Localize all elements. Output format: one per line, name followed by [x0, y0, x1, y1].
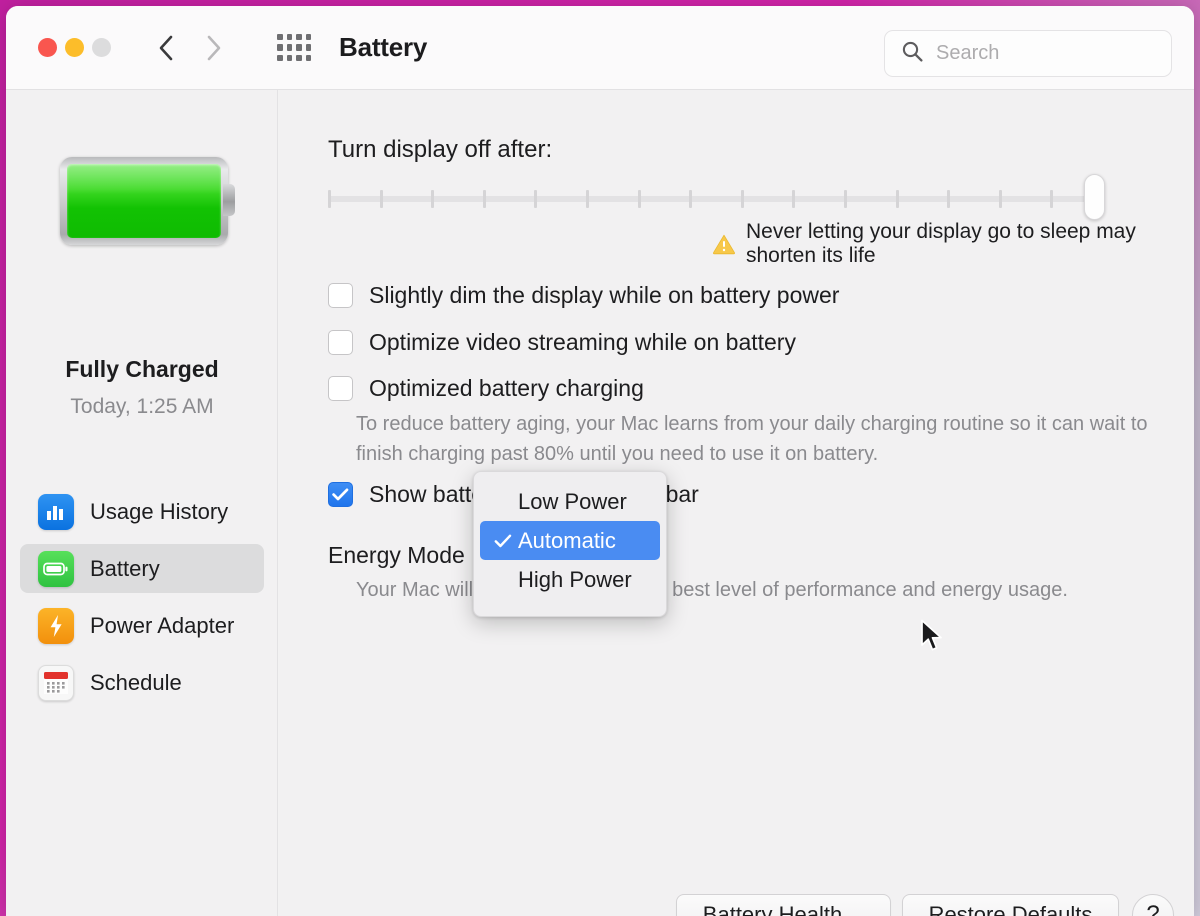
battery-status-detail: Today, 1:25 AM	[70, 395, 214, 418]
close-window-button[interactable]	[38, 38, 57, 57]
navigation-buttons	[155, 33, 225, 63]
checkmark-icon	[494, 528, 514, 554]
display-sleep-slider[interactable]	[328, 174, 1105, 220]
restore-defaults-button[interactable]: Restore Defaults	[902, 894, 1119, 916]
menu-item-high-power[interactable]: High Power	[480, 560, 660, 599]
menu-item-label: Automatic	[518, 527, 616, 553]
search-input[interactable]	[936, 42, 1146, 65]
checkbox-dim-display[interactable]: Slightly dim the display while on batter…	[328, 282, 839, 309]
search-field[interactable]	[884, 30, 1172, 77]
optimized-charging-help: To reduce battery aging, your Mac learns…	[356, 413, 1148, 465]
menu-item-label: Low Power	[518, 488, 627, 514]
chevron-right-icon[interactable]	[203, 33, 225, 63]
display-off-label: Turn display off after:	[328, 136, 553, 163]
sidebar-item-battery[interactable]: Battery	[20, 544, 264, 593]
battery-full-green-icon	[60, 157, 235, 245]
sleep-warning: Never letting your display go to sleep m…	[712, 220, 1194, 268]
checkbox-label: Optimized battery charging	[369, 375, 644, 401]
slider-thumb[interactable]	[1084, 174, 1105, 220]
sidebar-item-power-adapter[interactable]: Power Adapter	[20, 601, 264, 650]
checkbox-label: Slightly dim the display while on batter…	[369, 282, 840, 308]
menu-item-label: High Power	[518, 566, 632, 592]
show-all-grid-icon[interactable]	[277, 33, 311, 62]
sidebar: Fully Charged Today, 1:25 AM Usage Histo…	[6, 90, 278, 916]
preferences-window: Battery Fully Charged Today, 1:25 AM	[6, 6, 1194, 916]
search-icon	[901, 40, 924, 68]
calendar-icon	[38, 664, 74, 701]
traffic-lights	[38, 38, 111, 57]
sidebar-item-usage-history[interactable]: Usage History	[20, 487, 264, 536]
checkbox-optimize-video[interactable]: Optimize video streaming while on batter…	[328, 329, 796, 356]
battery-icon	[38, 550, 74, 587]
energy-mode-label: Energy Mode	[328, 542, 465, 568]
checkbox-optimized-charging[interactable]: Optimized battery charging	[328, 375, 644, 402]
checkbox-box[interactable]	[328, 330, 353, 355]
menu-item-automatic[interactable]: Automatic	[480, 521, 660, 560]
mouse-cursor-icon	[920, 619, 946, 653]
sidebar-item-label: Power Adapter	[90, 612, 235, 638]
warning-triangle-icon	[712, 233, 736, 255]
checkbox-box[interactable]	[328, 283, 353, 308]
slider-ticks	[328, 190, 1105, 208]
menu-item-low-power[interactable]: Low Power	[480, 482, 660, 521]
battery-status-title: Fully Charged	[65, 356, 219, 382]
checkbox-box[interactable]	[328, 376, 353, 401]
bar-chart-icon	[38, 493, 74, 530]
checkbox-label: Optimize video streaming while on batter…	[369, 329, 796, 355]
battery-health-button[interactable]: Battery Health…	[676, 894, 891, 916]
sidebar-item-label: Usage History	[90, 498, 229, 524]
sidebar-item-label: Schedule	[90, 669, 182, 695]
energy-mode-dropdown-menu[interactable]: Low Power Automatic High Power	[473, 471, 667, 617]
checkbox-box[interactable]	[328, 482, 353, 507]
minimize-window-button[interactable]	[65, 38, 84, 57]
page-title: Battery	[339, 32, 428, 62]
sidebar-item-schedule[interactable]: Schedule	[20, 658, 264, 707]
help-button[interactable]: ?	[1132, 894, 1174, 916]
sleep-warning-text: Never letting your display go to sleep m…	[746, 220, 1136, 267]
lightning-bolt-icon	[38, 607, 74, 644]
maximize-window-button[interactable]	[92, 38, 111, 57]
chevron-left-icon[interactable]	[155, 33, 177, 63]
sidebar-list: Usage History Battery Power Adapter Sche…	[6, 487, 278, 715]
window-titlebar: Battery	[6, 6, 1194, 90]
sidebar-item-label: Battery	[90, 555, 160, 581]
content-pane: Turn display off after: Never Never lett…	[279, 90, 1194, 916]
